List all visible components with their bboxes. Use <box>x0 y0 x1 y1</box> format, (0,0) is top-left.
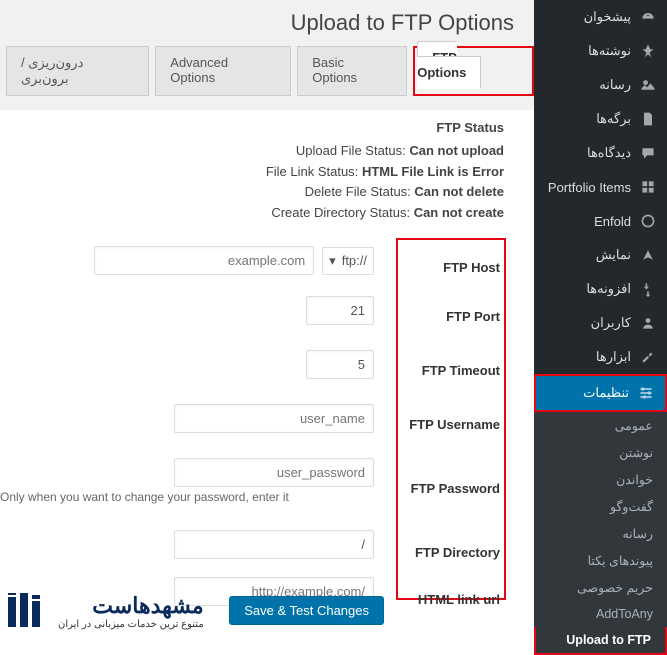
page-icon <box>639 110 657 128</box>
status-label: Upload File Status: <box>296 143 406 158</box>
sidebar-item-label: پیشخوان <box>584 9 631 25</box>
tabs-nav: درون‌ریزی / برون‌بری Advanced Options Ba… <box>0 46 534 110</box>
sidebar-item-label: رسانه <box>599 77 631 93</box>
ftp-directory-input[interactable] <box>174 530 374 559</box>
comment-icon <box>639 144 657 162</box>
sidebar-item-dashboard[interactable]: پیشخوان <box>534 0 667 34</box>
tab-import-export[interactable]: درون‌ریزی / برون‌بری <box>6 46 149 96</box>
label-html-link: HTML link url <box>402 580 500 620</box>
appearance-icon <box>639 246 657 264</box>
label-ftp-host: FTP Host <box>402 244 500 290</box>
sidebar-item-tools[interactable]: ابزارها <box>534 340 667 374</box>
sidebar-item-label: Portfolio Items <box>548 180 631 195</box>
settings-icon <box>637 384 655 402</box>
label-ftp-timeout: FTP Timeout <box>402 344 500 398</box>
sidebar-sub-writing[interactable]: نوشتن <box>534 439 667 466</box>
sidebar-item-appearance[interactable]: نمایش <box>534 238 667 272</box>
tab-ftp-options[interactable]: FTP Options <box>417 41 481 89</box>
sidebar-sub-discussion[interactable]: گفت‌وگو <box>534 493 667 520</box>
sidebar-item-label: برگه‌ها <box>596 111 631 127</box>
ftp-status-block: FTP Status Upload File Status: Can not u… <box>0 118 524 238</box>
plugin-icon <box>639 280 657 298</box>
sidebar-item-settings[interactable]: تنظیمات <box>536 376 665 410</box>
sidebar-item-plugins[interactable]: افزونه‌ها <box>534 272 667 306</box>
ftp-username-input[interactable] <box>174 404 374 433</box>
status-label: File Link Status: <box>266 164 359 179</box>
sidebar-item-media[interactable]: رسانه <box>534 68 667 102</box>
save-test-button[interactable]: Save & Test Changes <box>229 596 384 625</box>
pin-icon <box>639 42 657 60</box>
main-content: Upload to FTP Options درون‌ریزی / برون‌ب… <box>0 0 534 635</box>
media-icon <box>639 76 657 94</box>
sidebar-item-portfolio[interactable]: Portfolio Items <box>534 170 667 204</box>
sidebar-sub-media[interactable]: رسانه <box>534 520 667 547</box>
sidebar-sub-permalinks[interactable]: پیوندهای یکتا <box>534 547 667 574</box>
sidebar-item-users[interactable]: کاربران <box>534 306 667 340</box>
status-label: Create Directory Status: <box>271 205 410 220</box>
chevron-down-icon: ▾ <box>329 253 336 269</box>
sidebar-sub-privacy[interactable]: حریم خصوصی <box>534 574 667 601</box>
sidebar-sub-addtoany[interactable]: AddToAny <box>534 601 667 627</box>
sidebar-sub-upload-ftp[interactable]: Upload to FTP <box>536 627 665 653</box>
status-value: Can not delete <box>414 184 504 199</box>
ftp-timeout-input[interactable] <box>306 350 374 379</box>
sidebar-item-label: دیدگاه‌ها <box>587 145 631 161</box>
label-ftp-password: FTP Password <box>402 452 500 526</box>
gallery-icon <box>639 178 657 196</box>
ftp-port-input[interactable] <box>306 296 374 325</box>
dashboard-icon <box>639 8 657 26</box>
status-value: Can not create <box>414 205 504 220</box>
ftp-host-input[interactable] <box>94 246 314 275</box>
label-ftp-directory: FTP Directory <box>402 526 500 580</box>
enfold-icon <box>639 212 657 230</box>
label-ftp-username: FTP Username <box>402 398 500 452</box>
logo-title: مشهدهاست <box>58 593 204 619</box>
sidebar-item-label: نمایش <box>596 247 631 263</box>
password-hint: Only when you want to change your passwo… <box>0 490 374 504</box>
sidebar-item-enfold[interactable]: Enfold <box>534 204 667 238</box>
brand-logo: مشهدهاست متنوع ترین خدمات میزبانی در ایر… <box>6 591 204 631</box>
sidebar-item-label: نوشته‌ها <box>588 43 631 59</box>
sidebar-item-posts[interactable]: نوشته‌ها <box>534 34 667 68</box>
sidebar-item-comments[interactable]: دیدگاه‌ها <box>534 136 667 170</box>
protocol-select[interactable]: ▾ ftp:// <box>322 247 374 275</box>
tools-icon <box>639 348 657 366</box>
tab-advanced[interactable]: Advanced Options <box>155 46 291 96</box>
page-title: Upload to FTP Options <box>0 6 534 46</box>
ftp-form: FTP Host FTP Port FTP Timeout FTP Userna… <box>0 238 524 612</box>
labels-highlight: FTP Host FTP Port FTP Timeout FTP Userna… <box>396 238 506 600</box>
tab-highlight: FTP Options <box>413 46 534 96</box>
sidebar-item-label: ابزارها <box>596 349 631 365</box>
status-label: Delete File Status: <box>305 184 411 199</box>
sidebar-item-label: افزونه‌ها <box>586 281 631 297</box>
sidebar-item-label: Enfold <box>594 214 631 229</box>
status-heading: FTP Status <box>0 118 504 139</box>
sidebar-sub-general[interactable]: عمومی <box>534 412 667 439</box>
logo-subtitle: متنوع ترین خدمات میزبانی در ایران <box>58 619 204 630</box>
users-icon <box>639 314 657 332</box>
sidebar-item-pages[interactable]: برگه‌ها <box>534 102 667 136</box>
label-ftp-port: FTP Port <box>402 290 500 344</box>
status-value: Can not upload <box>409 143 504 158</box>
protocol-value: ftp:// <box>342 253 367 268</box>
ftp-password-input[interactable] <box>174 458 374 487</box>
admin-sidebar: پیشخوان نوشته‌ها رسانه برگه‌ها دیدگاه‌ها… <box>534 0 667 635</box>
sidebar-sub-reading[interactable]: خواندن <box>534 466 667 493</box>
tab-basic[interactable]: Basic Options <box>297 46 407 96</box>
sidebar-item-label: تنظیمات <box>583 385 629 401</box>
logo-mark-icon <box>6 591 50 631</box>
status-value: HTML File Link is Error <box>362 164 504 179</box>
sidebar-item-label: کاربران <box>591 315 631 331</box>
